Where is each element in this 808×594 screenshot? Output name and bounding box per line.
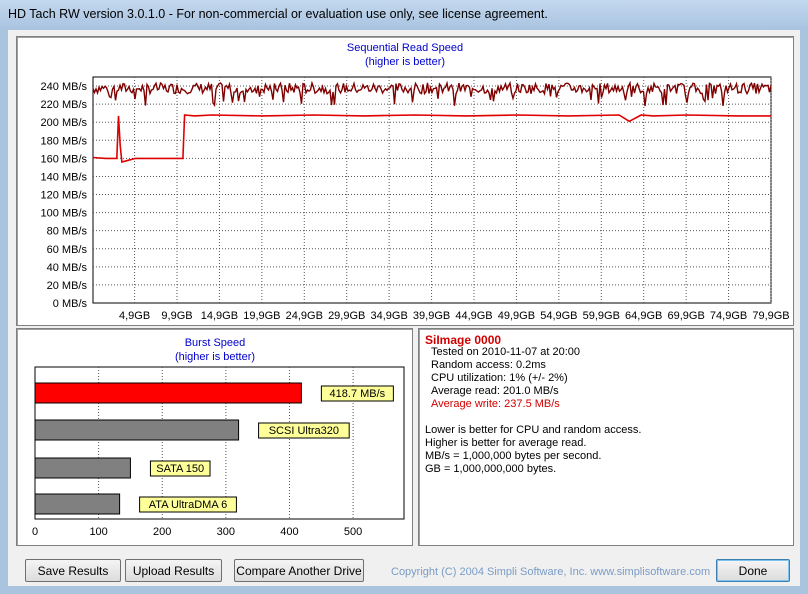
results-info-panel: SiImage 0000 Tested on 2010-11-07 at 20:… <box>418 328 794 546</box>
burst-x-tick-label: 300 <box>217 526 235 538</box>
drive-name: SiImage 0000 <box>425 333 502 347</box>
y-tick-label: 140 MB/s <box>41 171 88 183</box>
burst-speed-chart: Burst Speed (higher is better) 418.7 MB/… <box>32 337 405 538</box>
burst-bar <box>34 382 302 404</box>
y-tick-label: 180 MB/s <box>41 135 88 147</box>
sequential-read-panel: Sequential Read Speed (higher is better)… <box>16 36 794 326</box>
random-access-text: Random access: 0.2ms <box>431 359 546 371</box>
x-tick-label: 54,9GB <box>540 310 577 322</box>
burst-bar-label: ATA UltraDMA 6 <box>149 499 227 511</box>
burst-chart-subtitle: (higher is better) <box>175 351 255 363</box>
y-tick-label: 240 MB/s <box>41 81 88 93</box>
burst-x-tick-label: 500 <box>344 526 362 538</box>
results-summary: Tested on 2010-11-07 at 20:00 Random acc… <box>431 346 580 411</box>
burst-bar <box>34 419 240 441</box>
x-tick-label: 44,9GB <box>455 310 492 322</box>
y-tick-label: 120 MB/s <box>41 190 88 202</box>
average-read-text: Average read: 201.0 MB/s <box>431 385 559 397</box>
y-tick-label: 80 MB/s <box>47 226 88 238</box>
copyright-link[interactable]: Copyright (C) 2004 Simpli Software, Inc.… <box>391 566 710 578</box>
note-text: Lower is better for CPU and random acces… <box>425 424 642 436</box>
results-notes: Lower is better for CPU and random acces… <box>425 424 641 476</box>
window-title: HD Tach RW version 3.0.1.0 - For non-com… <box>8 7 548 21</box>
y-tick-label: 60 MB/s <box>47 244 88 256</box>
seq-chart-subtitle: (higher is better) <box>365 56 445 68</box>
x-tick-label: 14,9GB <box>201 310 238 322</box>
x-tick-label: 4,9GB <box>119 310 150 322</box>
burst-bar-label: SCSI Ultra320 <box>269 425 339 437</box>
done-button[interactable]: Done <box>716 559 790 582</box>
x-tick-label: 24,9GB <box>286 310 323 322</box>
burst-bar-label: 418.7 MB/s <box>330 388 386 400</box>
x-tick-label: 79,9GB <box>752 310 789 322</box>
save-results-button[interactable]: Save Results <box>25 559 121 582</box>
x-tick-label: 29,9GB <box>328 310 365 322</box>
x-tick-label: 59,9GB <box>583 310 620 322</box>
y-tick-label: 40 MB/s <box>47 262 88 274</box>
burst-x-tick-label: 400 <box>280 526 298 538</box>
burst-chart-title: Burst Speed <box>185 337 246 349</box>
burst-x-tick-label: 200 <box>153 526 171 538</box>
client-area: Sequential Read Speed (higher is better)… <box>8 30 800 586</box>
y-tick-label: 220 MB/s <box>41 99 88 111</box>
note-text: MB/s = 1,000,000 bytes per second. <box>425 450 602 462</box>
x-tick-label: 9,9GB <box>161 310 192 322</box>
title-bar[interactable]: HD Tach RW version 3.0.1.0 - For non-com… <box>0 0 808 30</box>
x-tick-label: 34,9GB <box>370 310 407 322</box>
burst-x-tick-label: 100 <box>89 526 107 538</box>
application-window: HD Tach RW version 3.0.1.0 - For non-com… <box>0 0 808 594</box>
upload-results-button[interactable]: Upload Results <box>125 559 222 582</box>
x-tick-label: 64,9GB <box>625 310 662 322</box>
x-tick-label: 74,9GB <box>710 310 747 322</box>
burst-speed-panel: Burst Speed (higher is better) 418.7 MB/… <box>16 328 413 546</box>
y-tick-label: 0 MB/s <box>53 298 88 310</box>
tested-on-text: Tested on 2010-11-07 at 20:00 <box>431 346 581 358</box>
x-tick-label: 69,9GB <box>667 310 704 322</box>
y-tick-label: 100 MB/s <box>41 208 88 220</box>
sequential-read-chart: Sequential Read Speed (higher is better)… <box>41 42 790 322</box>
x-tick-label: 49,9GB <box>498 310 535 322</box>
note-text: Higher is better for average read. <box>425 437 587 449</box>
note-text: GB = 1,000,000,000 bytes. <box>425 463 557 475</box>
burst-bar <box>34 493 121 515</box>
y-tick-label: 20 MB/s <box>47 280 88 292</box>
x-tick-label: 39,9GB <box>413 310 450 322</box>
y-tick-label: 200 MB/s <box>41 117 88 129</box>
compare-another-drive-button[interactable]: Compare Another Drive <box>234 559 364 582</box>
seq-chart-title: Sequential Read Speed <box>347 42 463 54</box>
y-tick-label: 160 MB/s <box>41 153 88 165</box>
x-tick-label: 19,9GB <box>243 310 280 322</box>
average-write-text: Average write: 237.5 MB/s <box>431 398 560 410</box>
burst-x-tick-label: 0 <box>32 526 38 538</box>
cpu-utilization-text: CPU utilization: 1% (+/- 2%) <box>431 372 568 384</box>
burst-bar <box>34 457 131 479</box>
burst-bar-label: SATA 150 <box>156 463 204 475</box>
